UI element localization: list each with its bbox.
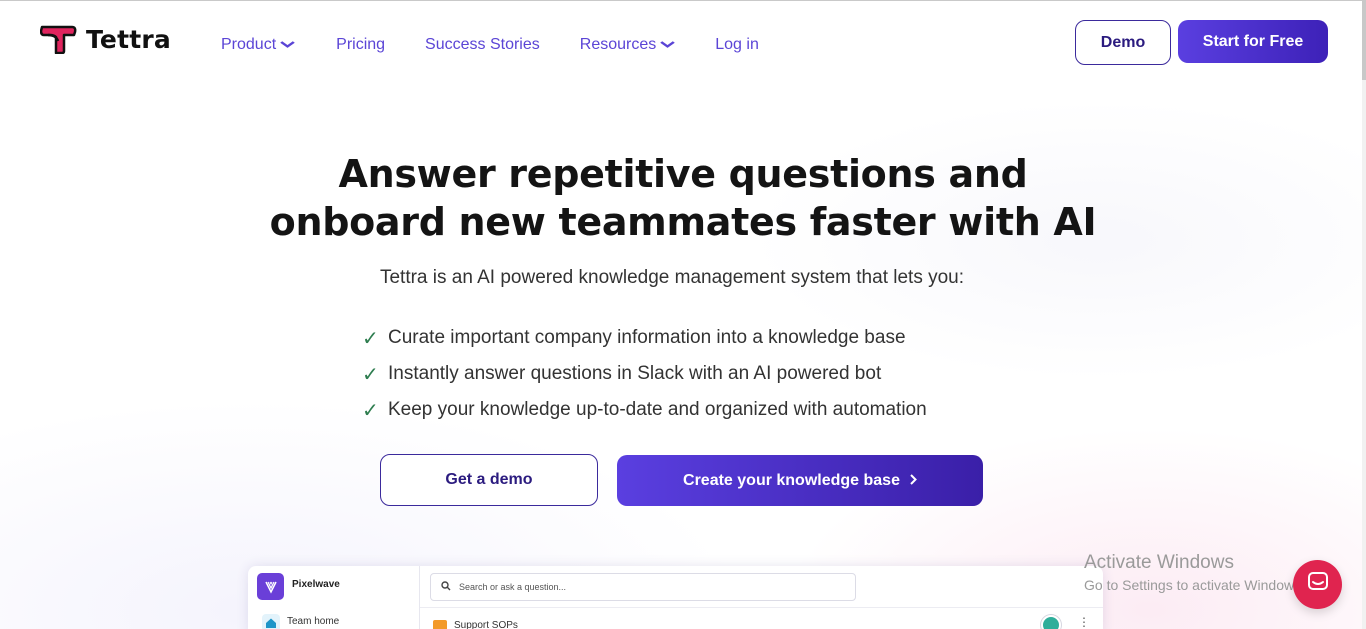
get-a-demo-button[interactable]: Get a demo (380, 454, 598, 506)
app-preview: Pixelwave Team home Search or ask a ques… (248, 566, 1103, 629)
scrollbar-thumb[interactable] (1362, 0, 1366, 80)
checkmark-icon: ✓ (362, 399, 379, 422)
create-knowledge-base-button[interactable]: Create your knowledge base (617, 455, 983, 506)
feature-item: ✓ Instantly answer questions in Slack wi… (362, 356, 927, 392)
brand-logo[interactable]: Tettra (40, 24, 171, 54)
nav-success-stories-label: Success Stories (425, 36, 540, 53)
list-item-support-sops[interactable]: Support SOPs (454, 620, 518, 629)
preview-sidebar: Pixelwave Team home (248, 566, 420, 629)
workspace-name: Pixelwave (292, 579, 340, 590)
nav-resources-label: Resources (579, 36, 657, 53)
more-vertical-icon[interactable]: ⋮ (1078, 615, 1090, 629)
create-button-label: Create your knowledge base (683, 471, 900, 489)
workspace-logo-icon (257, 573, 284, 600)
tettra-logo-icon (40, 24, 78, 54)
home-icon (262, 614, 280, 629)
main-nav: Product Pricing Success Stories Resource… (221, 34, 759, 56)
nav-login-label: Log in (715, 36, 759, 53)
chevron-right-icon (910, 472, 917, 490)
sidebar-item-team-home[interactable]: Team home (287, 616, 339, 627)
checkmark-icon: ✓ (362, 363, 379, 386)
chevron-down-icon (660, 40, 676, 51)
avatar (1041, 615, 1061, 629)
nav-pricing-label: Pricing (336, 36, 386, 53)
headline-line-1: Answer repetitive questions and (338, 152, 1028, 196)
feature-list: ✓ Curate important company information i… (362, 320, 927, 428)
hero-subheading: Tettra is an AI powered knowledge manage… (379, 267, 965, 288)
nav-item-success-stories[interactable]: Success Stories (425, 36, 540, 54)
activate-windows-title: Activate Windows (1084, 552, 1234, 573)
feature-text: Instantly answer questions in Slack with… (388, 363, 882, 384)
chat-launcher-button[interactable] (1293, 560, 1342, 609)
start-for-free-button[interactable]: Start for Free (1178, 20, 1328, 63)
window-top-border (0, 0, 1366, 4)
checkmark-icon: ✓ (362, 327, 379, 350)
nav-product-label: Product (221, 36, 277, 53)
search-placeholder: Search or ask a question... (459, 582, 567, 592)
feature-text: Keep your knowledge up-to-date and organ… (388, 399, 927, 420)
search-icon (441, 580, 451, 594)
feature-text: Curate important company information int… (388, 327, 906, 348)
nav-item-resources[interactable]: Resources (579, 36, 676, 54)
nav-item-login[interactable]: Log in (715, 36, 759, 54)
feature-item: ✓ Curate important company information i… (362, 320, 927, 356)
headline-line-2: onboard new teammates faster with AI (269, 200, 1097, 244)
feature-item: ✓ Keep your knowledge up-to-date and org… (362, 392, 927, 428)
chat-icon (1307, 571, 1329, 598)
search-input[interactable]: Search or ask a question... (430, 573, 856, 601)
hero-headline: Answer repetitive questions and onboard … (0, 150, 1366, 246)
chevron-down-icon (280, 40, 295, 51)
brand-name: Tettra (86, 24, 171, 54)
activate-windows-subtitle: Go to Settings to activate Windows. (1084, 577, 1305, 593)
folder-icon (433, 620, 447, 629)
demo-button[interactable]: Demo (1075, 20, 1171, 65)
nav-item-pricing[interactable]: Pricing (336, 36, 385, 54)
page-scrollbar[interactable] (1362, 0, 1366, 629)
nav-item-product[interactable]: Product (221, 36, 295, 54)
preview-divider (420, 607, 1103, 608)
